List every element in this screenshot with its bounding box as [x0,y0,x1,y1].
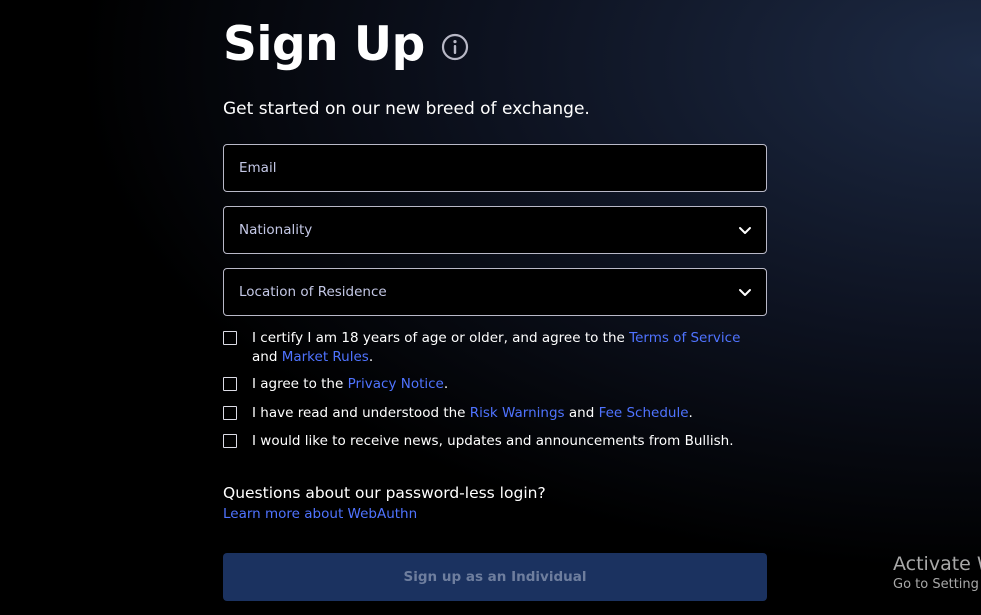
email-placeholder: Email [239,160,277,176]
privacy-notice-link[interactable]: Privacy Notice [348,376,444,392]
watermark-line1: Activate W [893,553,981,575]
title-row: Sign Up [223,14,469,76]
signup-individual-button[interactable]: Sign up as an Individual [223,553,767,601]
risk-consent-suffix: . [688,405,693,421]
risk-consent-checkbox[interactable] [223,406,237,420]
risk-consent-prefix: I have read and understood the [252,405,470,421]
risk-warnings-link[interactable]: Risk Warnings [470,405,565,421]
news-consent-checkbox[interactable] [223,434,237,448]
info-icon[interactable] [441,33,469,61]
market-rules-link[interactable]: Market Rules [282,349,369,365]
privacy-consent-text: I agree to the Privacy Notice. [252,375,752,394]
webauthn-learn-more-link[interactable]: Learn more about WebAuthn [223,506,417,522]
windows-activation-watermark: Activate W Go to Setting [893,553,981,592]
webauthn-question: Questions about our password-less login? [223,484,546,502]
nationality-placeholder: Nationality [239,222,313,238]
subtitle: Get started on our new breed of exchange… [223,99,590,119]
residence-select[interactable]: Location of Residence [223,268,767,316]
age-consent-suffix: . [368,349,374,365]
residence-placeholder: Location of Residence [239,284,387,300]
privacy-consent-prefix: I agree to the [252,376,348,392]
privacy-consent-row: I agree to the Privacy Notice. [223,375,752,394]
news-consent-row: I would like to receive news, updates an… [223,432,752,451]
chevron-down-icon [739,227,751,234]
page-title: Sign Up [223,17,425,72]
risk-consent-mid: and [564,405,599,421]
chevron-down-icon [739,289,751,296]
fee-schedule-link[interactable]: Fee Schedule [599,405,689,421]
risk-consent-row: I have read and understood the Risk Warn… [223,404,752,423]
risk-consent-text: I have read and understood the Risk Warn… [252,404,752,423]
email-field[interactable]: Email [223,144,767,192]
nationality-select[interactable]: Nationality [223,206,767,254]
watermark-line2: Go to Setting [893,577,979,592]
privacy-consent-checkbox[interactable] [223,377,237,391]
age-consent-row: I certify I am 18 years of age or older,… [223,329,752,367]
age-consent-mid: and [252,349,282,365]
news-consent-text: I would like to receive news, updates an… [252,433,734,449]
privacy-consent-suffix: . [443,376,449,392]
age-consent-prefix: I certify I am 18 years of age or older,… [252,330,630,346]
age-consent-checkbox[interactable] [223,331,237,345]
terms-of-service-link[interactable]: Terms of Service [629,330,740,346]
age-consent-text: I certify I am 18 years of age or older,… [252,329,752,367]
